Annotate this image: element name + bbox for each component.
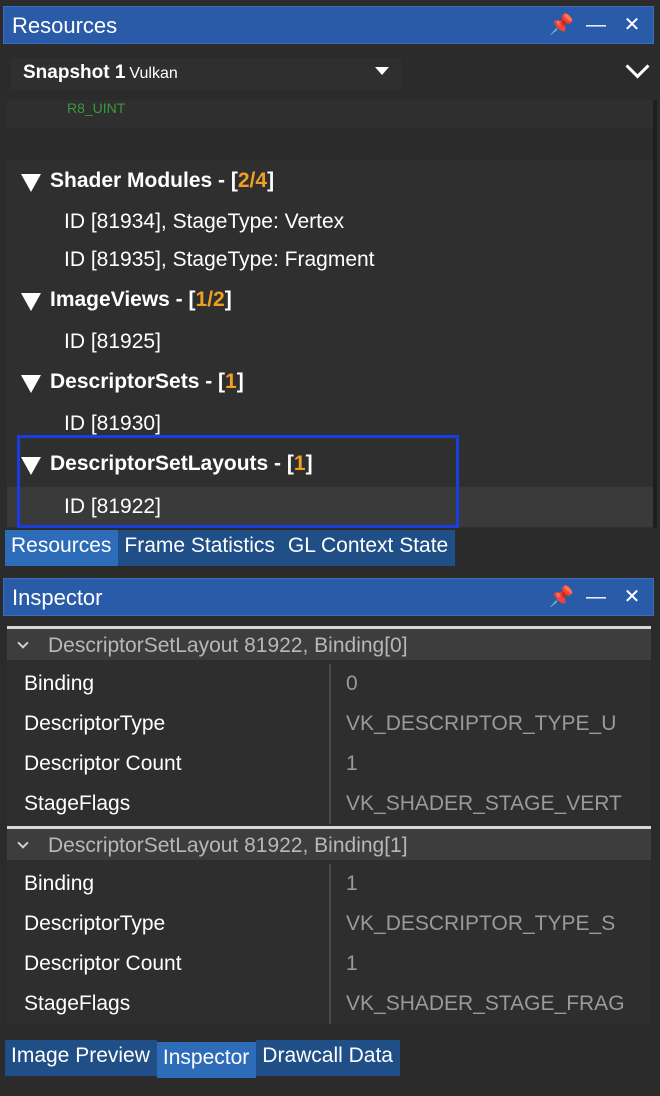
- column-divider[interactable]: [329, 864, 331, 904]
- tree-spacer: [7, 128, 654, 160]
- property-row[interactable]: Descriptor Count 1: [7, 944, 651, 984]
- minimize-icon[interactable]: —: [585, 15, 607, 35]
- property-row[interactable]: Descriptor Count 1: [7, 744, 651, 784]
- collapse-chevron-icon[interactable]: [17, 837, 29, 849]
- resources-window-controls: 📌 — ✕: [549, 15, 643, 35]
- tab-image-preview[interactable]: Image Preview: [5, 1040, 157, 1076]
- expand-triangle-icon[interactable]: [21, 174, 41, 192]
- column-divider[interactable]: [329, 664, 331, 704]
- tab-inspector[interactable]: Inspector: [156, 1042, 257, 1078]
- tree-item-shader-fragment[interactable]: ID [81935], StageType: Fragment: [7, 240, 654, 280]
- tree-node-descriptorsets[interactable]: DescriptorSets - [1]: [7, 363, 654, 403]
- property-row[interactable]: DescriptorType VK_DESCRIPTOR_TYPE_U: [7, 704, 651, 744]
- tab-frame-statistics[interactable]: Frame Statistics: [118, 530, 282, 566]
- tree-node-label: Shader Modules - [2/4]: [50, 169, 275, 192]
- dropdown-arrow-icon[interactable]: [375, 67, 389, 75]
- column-divider[interactable]: [329, 744, 331, 784]
- property-group-header[interactable]: DescriptorSetLayout 81922, Binding[1]: [7, 826, 651, 860]
- property-row[interactable]: Binding 1: [7, 864, 651, 904]
- property-row[interactable]: Binding 0: [7, 664, 651, 704]
- tree-node-imageviews[interactable]: ImageViews - [1/2]: [7, 281, 654, 321]
- snapshot-api: Vulkan: [129, 65, 178, 82]
- property-row[interactable]: StageFlags VK_SHADER_STAGE_VERT: [7, 784, 651, 824]
- resources-tab-bar: Resources Frame Statistics GL Context St…: [5, 530, 456, 566]
- chevron-down-icon[interactable]: [625, 54, 650, 79]
- close-icon[interactable]: ✕: [621, 587, 643, 607]
- column-divider[interactable]: [329, 984, 331, 1024]
- collapse-chevron-icon[interactable]: [17, 637, 29, 649]
- snapshot-label: Snapshot 1 Vulkan: [23, 62, 178, 84]
- inspector-titlebar: Inspector 📌 — ✕: [3, 578, 654, 616]
- selection-highlight-box: [17, 435, 459, 528]
- tree-node-label: ImageViews - [1/2]: [50, 288, 232, 311]
- pin-icon[interactable]: 📌: [549, 587, 574, 607]
- column-divider[interactable]: [329, 944, 331, 984]
- snapshot-bar: Snapshot 1 Vulkan: [3, 46, 658, 100]
- expand-triangle-icon[interactable]: [21, 375, 41, 393]
- column-divider[interactable]: [329, 784, 331, 824]
- truncated-format-item: R8_UINT: [67, 100, 126, 116]
- pin-icon[interactable]: 📌: [549, 15, 574, 35]
- tab-resources[interactable]: Resources: [5, 530, 119, 566]
- resources-title: Resources: [12, 13, 118, 38]
- resource-tree-scrollbar[interactable]: [653, 100, 657, 528]
- snapshot-select[interactable]: Snapshot 1 Vulkan: [11, 58, 401, 90]
- inspector-title: Inspector: [12, 585, 103, 610]
- property-group-header[interactable]: DescriptorSetLayout 81922, Binding[0]: [7, 626, 651, 660]
- property-row[interactable]: DescriptorType VK_DESCRIPTOR_TYPE_S: [7, 904, 651, 944]
- tab-drawcall-data[interactable]: Drawcall Data: [256, 1040, 400, 1076]
- resources-titlebar: Resources 📌 — ✕: [3, 6, 654, 44]
- property-row[interactable]: StageFlags VK_SHADER_STAGE_FRAG: [7, 984, 651, 1024]
- column-divider[interactable]: [329, 904, 331, 944]
- tree-node-label: DescriptorSets - [1]: [50, 370, 244, 393]
- tree-item-imageview[interactable]: ID [81925]: [7, 322, 654, 362]
- column-divider[interactable]: [329, 704, 331, 744]
- tree-item-shader-vertex[interactable]: ID [81934], StageType: Vertex: [7, 202, 654, 242]
- snapshot-title: Snapshot 1: [23, 62, 126, 83]
- inspector-window-controls: 📌 — ✕: [549, 587, 643, 607]
- tree-node-shader-modules[interactable]: Shader Modules - [2/4]: [7, 162, 654, 202]
- tab-gl-context-state[interactable]: GL Context State: [281, 530, 456, 566]
- inspector-tab-bar: Image Preview Inspector Drawcall Data: [5, 1040, 400, 1078]
- inspector-property-grid: DescriptorSetLayout 81922, Binding[0] Bi…: [7, 626, 651, 1024]
- expand-triangle-icon[interactable]: [21, 293, 41, 311]
- close-icon[interactable]: ✕: [621, 15, 643, 35]
- minimize-icon[interactable]: —: [585, 587, 607, 607]
